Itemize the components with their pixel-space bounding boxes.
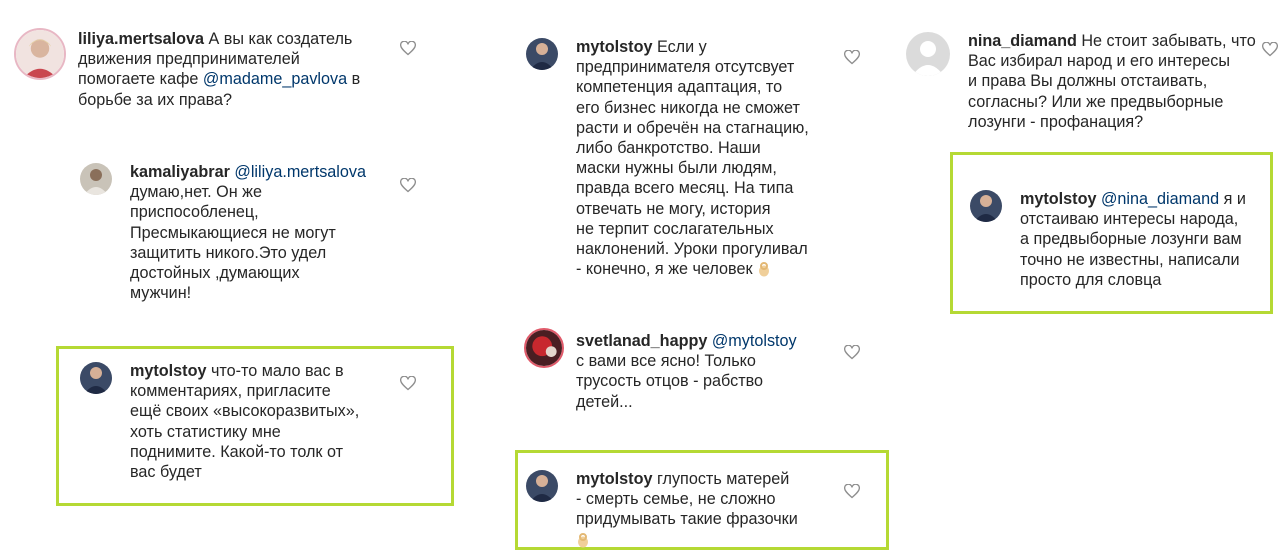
comment-text: kamaliyabrar @liliya.mertsalova думаю,не… (130, 162, 366, 303)
comment-text: mytolstoy @nina_diamand я и отстаиваю ин… (1020, 189, 1246, 290)
comment-username[interactable]: svetlanad_happy (576, 332, 707, 350)
comment-text: mytolstoy что-то мало вас в комментариях… (130, 361, 359, 482)
comment-text: svetlanad_happy @mytolstoy с вами все яс… (576, 331, 797, 412)
comment-text: mytolstoy глупость матерей - смерть семь… (576, 469, 798, 550)
heart-outline-icon[interactable] (844, 484, 860, 499)
comment-body: Если у предпринимателя отсутсвует компет… (576, 38, 809, 279)
comment-username[interactable]: mytolstoy (576, 470, 652, 488)
avatar[interactable] (906, 32, 950, 76)
heart-outline-icon[interactable] (400, 178, 416, 193)
heart-outline-icon[interactable] (844, 345, 860, 360)
ok-hand-emoji-icon (576, 532, 590, 548)
comment-kamaliyabrar: kamaliyabrar @liliya.mertsalova думаю,не… (80, 163, 440, 303)
comment-text: nina_diamand Не стоит забывать, что Вас … (968, 31, 1256, 132)
comment-liliya: liliya.mertsalova А вы как создатель дви… (14, 28, 428, 120)
avatar[interactable] (524, 328, 564, 368)
column-right: nina_diamand Не стоит забывать, что Вас … (900, 0, 1280, 553)
comment-username[interactable]: nina_diamand (968, 32, 1077, 50)
ok-hand-emoji-icon (757, 261, 771, 277)
heart-outline-icon[interactable] (400, 41, 416, 56)
comment-username[interactable]: mytolstoy (576, 38, 652, 56)
comment-svetlanad: svetlanad_happy @mytolstoy с вами все яс… (524, 328, 886, 422)
heart-outline-icon[interactable] (400, 376, 416, 391)
column-left: liliya.mertsalova А вы как создатель дви… (0, 0, 454, 553)
comment-body: с вами все ясно! Только трусость отцов -… (576, 352, 764, 411)
comment-mytolstoy-4: mytolstoy @nina_diamand я и отстаиваю ин… (970, 190, 1270, 300)
comment-username[interactable]: mytolstoy (130, 362, 206, 380)
mention-link[interactable]: @mytolstoy (712, 332, 797, 350)
avatar[interactable] (80, 163, 112, 195)
comment-username[interactable]: mytolstoy (1020, 190, 1096, 208)
avatar[interactable] (970, 190, 1002, 222)
comment-body: думаю,нет. Он же приспособленец, Пресмык… (130, 183, 336, 303)
avatar[interactable] (526, 470, 558, 502)
avatar[interactable] (526, 38, 558, 70)
comment-nina-diamand: nina_diamand Не стоит забывать, что Вас … (906, 31, 1280, 142)
heart-outline-icon[interactable] (1262, 42, 1278, 57)
comment-mytolstoy-1: mytolstoy что-то мало вас в комментариях… (80, 362, 440, 492)
mention-link[interactable]: @liliya.mertsalova (234, 163, 366, 181)
comment-username[interactable]: kamaliyabrar (130, 163, 230, 181)
avatar[interactable] (14, 28, 66, 80)
avatar[interactable] (80, 362, 112, 394)
comment-username[interactable]: liliya.mertsalova (78, 30, 204, 48)
mention-link[interactable]: @madame_pavlova (203, 70, 347, 88)
comment-text: liliya.mertsalova А вы как создатель дви… (78, 29, 360, 110)
heart-outline-icon[interactable] (844, 50, 860, 65)
column-middle: mytolstoy Если у предпринимателя отсутсв… (500, 0, 900, 553)
comment-text: mytolstoy Если у предпринимателя отсутсв… (576, 37, 809, 279)
comment-mytolstoy-3: mytolstoy глупость матерей - смерть семь… (526, 470, 876, 550)
comment-mytolstoy-2: mytolstoy Если у предпринимателя отсутсв… (526, 38, 886, 288)
mention-link[interactable]: @nina_diamand (1101, 190, 1219, 208)
